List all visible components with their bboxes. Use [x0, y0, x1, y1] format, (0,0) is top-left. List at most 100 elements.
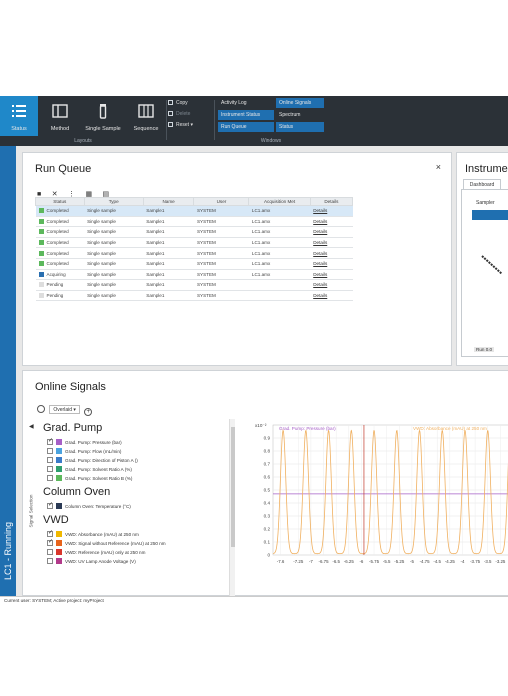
reset-command[interactable]: Reset ▾	[168, 122, 193, 128]
details-link-text[interactable]: Details	[313, 251, 327, 256]
status-cell: Pending	[35, 290, 85, 302]
details-link-text[interactable]: Details	[313, 272, 327, 277]
details-link[interactable]: Details	[310, 279, 353, 291]
sequence-layout-button[interactable]: Sequence	[128, 96, 164, 136]
signal-item[interactable]: VWD: UV Lamp Anode Voltage (V)	[43, 557, 233, 566]
details-link-text[interactable]: Details	[313, 261, 327, 266]
table-row[interactable]: Completed Single sample Sample1 SYSTEM LC1.a…	[35, 216, 353, 228]
type-cell: Single sample	[84, 216, 144, 228]
add-signal-icon[interactable]: +	[84, 408, 93, 416]
signal-checkbox[interactable]	[47, 549, 53, 555]
zoom-icon[interactable]	[37, 405, 45, 413]
collapse-arrow-icon[interactable]: ◀	[29, 423, 34, 430]
details-link-text[interactable]: Details	[313, 282, 327, 287]
single-sample-layout-button[interactable]: Single Sample	[80, 96, 126, 136]
tab-dashboard[interactable]: Dashboard	[463, 179, 501, 189]
signal-checkbox[interactable]	[47, 448, 53, 454]
user-cell: SYSTEM	[193, 258, 249, 270]
status-cell-text: Completed	[46, 229, 69, 235]
column-header[interactable]: Acquisition Met	[248, 197, 311, 206]
name-cell: Sample1	[143, 258, 194, 270]
status-cell-text: Completed	[46, 250, 69, 256]
view-mode-dropdown[interactable]: Overlaid ▾ +	[37, 405, 93, 416]
signal-checkbox[interactable]	[47, 437, 53, 446]
signal-chart[interactable]: 0.9 0.8 0.7 0.6 0.5 0.4 0.3 0.2 0.1 0 x10⁻² -7.6 -7.…	[251, 415, 508, 573]
signal-label: VWD: Signal without Reference (mAU) at 2…	[65, 541, 166, 546]
table-row[interactable]: Completed Single sample Sample1 SYSTEM LC1.a…	[35, 205, 353, 217]
name-cell-text: Sample1	[146, 282, 165, 288]
copy-command[interactable]: Copy	[168, 100, 188, 106]
user-cell: SYSTEM	[193, 237, 249, 249]
name-cell: Sample1	[143, 205, 194, 217]
column-header[interactable]: User	[193, 197, 250, 206]
window-spectrum[interactable]: Spectrum	[276, 110, 324, 120]
status-indicator-icon	[38, 293, 44, 299]
scrollbar-thumb[interactable]	[231, 427, 235, 547]
signal-checkbox[interactable]	[47, 538, 53, 547]
details-link-text[interactable]: Details	[313, 208, 327, 213]
column-header[interactable]: Status	[35, 197, 85, 206]
window-status[interactable]: Status	[276, 122, 324, 132]
details-link[interactable]: Details	[310, 237, 353, 249]
signal-item[interactable]: VWD: Reference (mAU) only at 250 nm	[43, 548, 233, 557]
details-link[interactable]: Details	[310, 247, 353, 259]
window-activity-log[interactable]: Activity Log	[218, 98, 274, 108]
signal-item[interactable]: Grad. Pump: Solvent Ratio A (%)	[43, 465, 233, 474]
details-link-text[interactable]: Details	[313, 219, 327, 224]
signal-selection-rail[interactable]: Signal Selection	[27, 481, 35, 541]
table-row[interactable]: Completed Single sample Sample1 SYSTEM LC1.a…	[35, 247, 353, 259]
x-tick-label: -6.25	[344, 559, 355, 564]
details-link[interactable]: Details	[310, 290, 353, 302]
signal-checkbox[interactable]	[47, 529, 53, 538]
column-header[interactable]: Name	[142, 197, 195, 206]
method-layout-button[interactable]: Method	[42, 96, 78, 136]
details-link[interactable]: Details	[310, 258, 353, 270]
column-header[interactable]: Type	[83, 197, 144, 206]
table-row[interactable]: Completed Single sample Sample1 SYSTEM LC1.a…	[35, 226, 353, 238]
signal-item[interactable]: Grad. Pump: Solvent Ratio B (%)	[43, 474, 233, 483]
table-row[interactable]: Pending Single sample Sample1 SYSTEM Details	[35, 290, 353, 302]
table-row[interactable]: Completed Single sample Sample1 SYSTEM LC1.a…	[35, 237, 353, 249]
instrument-strip[interactable]: LC1 - Running	[0, 146, 16, 604]
details-link[interactable]: Details	[310, 269, 353, 281]
table-row[interactable]: Completed Single sample Sample1 SYSTEM LC1.a…	[35, 258, 353, 270]
table-row[interactable]: Pending Single sample Sample1 SYSTEM Details	[35, 279, 353, 291]
details-link-text[interactable]: Details	[313, 229, 327, 234]
status-bar: Current user: SYSTEM; Active project: my…	[0, 596, 508, 604]
user-cell: SYSTEM	[193, 247, 249, 259]
signal-checkbox[interactable]	[47, 558, 53, 564]
signal-item[interactable]: Column Oven: Temperature (°C)	[43, 501, 233, 511]
status-layout-button[interactable]: Status	[0, 96, 38, 136]
copy-icon	[168, 100, 173, 105]
signal-checkbox[interactable]	[47, 457, 53, 463]
table-row[interactable]: Acquiring Single sample Sample1 SYSTEM LC1.a…	[35, 269, 353, 281]
y-tick-label: 0.6	[264, 475, 271, 480]
user-cell: SYSTEM	[193, 216, 249, 228]
view-mode-select[interactable]: Overlaid ▾	[49, 405, 80, 414]
details-link[interactable]: Details	[310, 205, 353, 217]
window-online-signals[interactable]: Online Signals	[276, 98, 324, 108]
column-header[interactable]: Details	[309, 197, 354, 206]
delete-command[interactable]: Delete	[168, 111, 190, 117]
close-icon[interactable]: ×	[436, 162, 441, 172]
signal-item[interactable]: Grad. Pump: Flow (mL/min)	[43, 447, 233, 456]
details-link-text[interactable]: Details	[313, 240, 327, 245]
signal-list-scrollbar[interactable]	[229, 419, 235, 597]
signal-checkbox[interactable]	[47, 466, 53, 472]
instrument-title: Instrume	[465, 163, 508, 175]
signal-item[interactable]: Grad. Pump: Pressure (bar)	[43, 437, 233, 447]
window-instrument-status[interactable]: Instrument Status	[218, 110, 274, 120]
signal-color-swatch	[56, 503, 62, 509]
details-link-text[interactable]: Details	[313, 293, 327, 298]
details-link[interactable]: Details	[310, 226, 353, 238]
signal-item[interactable]: Grad. Pump: Direction of Piston A ()	[43, 456, 233, 465]
signal-checkbox[interactable]	[47, 501, 53, 510]
signal-item[interactable]: VWD: Absorbance (mAU) at 250 nm	[43, 529, 233, 539]
window-run-queue[interactable]: Run Queue	[218, 122, 274, 132]
signal-checkbox[interactable]	[47, 475, 53, 481]
x-tick-label: -3.75	[470, 559, 481, 564]
signal-item[interactable]: VWD: Signal without Reference (mAU) at 2…	[43, 538, 233, 548]
user-cell: SYSTEM	[193, 290, 249, 302]
details-link[interactable]: Details	[310, 216, 353, 228]
user-cell-text: SYSTEM	[196, 293, 216, 299]
